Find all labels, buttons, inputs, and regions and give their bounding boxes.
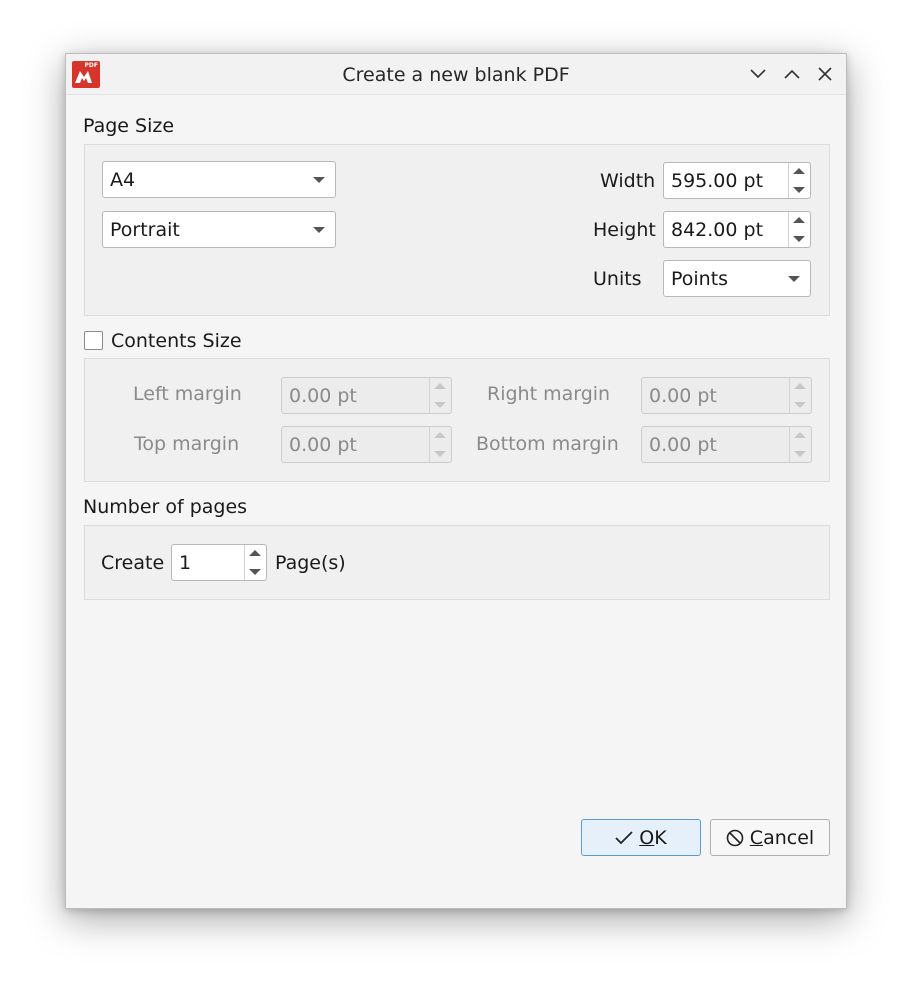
page-size-group: A4 Portrait Width Height Units Points bbox=[84, 144, 830, 316]
page-count-decrement-arrow-icon[interactable] bbox=[245, 563, 266, 580]
page-size-group-label: Page Size bbox=[83, 115, 175, 137]
title-bar[interactable]: PDF Create a new blank PDF bbox=[66, 54, 846, 95]
ok-button[interactable]: OK bbox=[581, 819, 701, 856]
bottom-margin-spin-buttons bbox=[789, 427, 811, 462]
height-input[interactable] bbox=[664, 212, 790, 247]
ok-button-label: OK bbox=[639, 827, 666, 849]
left-margin-spin-buttons bbox=[429, 378, 451, 413]
contents-size-label[interactable]: Contents Size bbox=[111, 330, 242, 352]
contents-size-group: Left margin Right margin Top margin Bott… bbox=[84, 358, 830, 482]
top-margin-input bbox=[282, 427, 431, 462]
maximize-chevron-up-icon[interactable] bbox=[779, 62, 805, 86]
units-selected: Points bbox=[671, 268, 729, 290]
dropdown-arrow-icon bbox=[313, 227, 325, 233]
top-margin-increment-arrow-icon bbox=[430, 427, 451, 444]
right-margin-decrement-arrow-icon bbox=[790, 396, 811, 413]
cancel-button[interactable]: Cancel bbox=[710, 819, 830, 856]
right-margin-increment-arrow-icon bbox=[790, 378, 811, 395]
width-input[interactable] bbox=[664, 163, 790, 198]
cancel-button-label: Cancel bbox=[750, 827, 814, 849]
orientation-combobox[interactable]: Portrait bbox=[102, 211, 336, 248]
left-margin-input bbox=[282, 378, 431, 413]
left-margin-decrement-arrow-icon bbox=[430, 396, 451, 413]
cancel-mnemonic: C bbox=[749, 826, 764, 849]
create-blank-pdf-dialog: PDF Create a new blank PDF Page Size A4 … bbox=[65, 53, 847, 909]
bottom-margin-label: Bottom margin bbox=[476, 433, 619, 455]
left-margin-increment-arrow-icon bbox=[430, 378, 451, 395]
top-margin-label: Top margin bbox=[134, 433, 240, 455]
page-count-increment-arrow-icon[interactable] bbox=[245, 545, 266, 562]
number-of-pages-group-label: Number of pages bbox=[83, 496, 248, 518]
right-margin-label: Right margin bbox=[487, 383, 611, 405]
contents-size-checkbox[interactable] bbox=[84, 331, 103, 350]
dropdown-arrow-icon bbox=[313, 177, 325, 183]
page-size-selected: A4 bbox=[110, 169, 136, 191]
ok-label-rest: K bbox=[654, 826, 667, 849]
dropdown-arrow-icon bbox=[788, 276, 800, 282]
right-margin-spinbox bbox=[641, 377, 812, 414]
checkmark-icon bbox=[615, 830, 633, 844]
bottom-margin-spinbox bbox=[641, 426, 812, 463]
right-margin-spin-buttons bbox=[789, 378, 811, 413]
cancel-circle-slash-icon bbox=[726, 829, 744, 846]
height-spinbox[interactable] bbox=[663, 211, 811, 248]
pages-unit-label: Page(s) bbox=[275, 552, 346, 574]
top-margin-spinbox bbox=[281, 426, 452, 463]
width-decrement-arrow-icon[interactable] bbox=[789, 181, 810, 198]
create-label: Create bbox=[101, 552, 165, 574]
height-spin-buttons bbox=[788, 212, 810, 247]
height-label: Height bbox=[593, 219, 656, 241]
width-spin-buttons bbox=[788, 163, 810, 198]
units-combobox[interactable]: Points bbox=[663, 260, 811, 297]
width-increment-arrow-icon[interactable] bbox=[789, 163, 810, 180]
width-spinbox[interactable] bbox=[663, 162, 811, 199]
top-margin-spin-buttons bbox=[429, 427, 451, 462]
orientation-selected: Portrait bbox=[110, 219, 180, 241]
width-label: Width bbox=[600, 170, 656, 192]
page-size-combobox[interactable]: A4 bbox=[102, 161, 336, 198]
bottom-margin-increment-arrow-icon bbox=[790, 427, 811, 444]
page-count-input[interactable] bbox=[172, 545, 246, 580]
height-decrement-arrow-icon[interactable] bbox=[789, 230, 810, 247]
page-count-spin-buttons bbox=[244, 545, 266, 580]
units-label: Units bbox=[593, 268, 642, 290]
right-margin-input bbox=[642, 378, 791, 413]
minimize-chevron-down-icon[interactable] bbox=[745, 62, 771, 86]
left-margin-spinbox bbox=[281, 377, 452, 414]
window-title: Create a new blank PDF bbox=[342, 64, 570, 86]
ok-mnemonic: O bbox=[639, 826, 655, 849]
left-margin-label: Left margin bbox=[133, 383, 242, 405]
top-margin-decrement-arrow-icon bbox=[430, 445, 451, 462]
bottom-margin-decrement-arrow-icon bbox=[790, 445, 811, 462]
cancel-label-rest: ancel bbox=[763, 826, 815, 849]
bottom-margin-input bbox=[642, 427, 791, 462]
height-increment-arrow-icon[interactable] bbox=[789, 212, 810, 229]
number-of-pages-group: Create Page(s) bbox=[84, 525, 830, 600]
close-icon[interactable] bbox=[812, 62, 838, 86]
page-count-spinbox[interactable] bbox=[171, 544, 267, 581]
